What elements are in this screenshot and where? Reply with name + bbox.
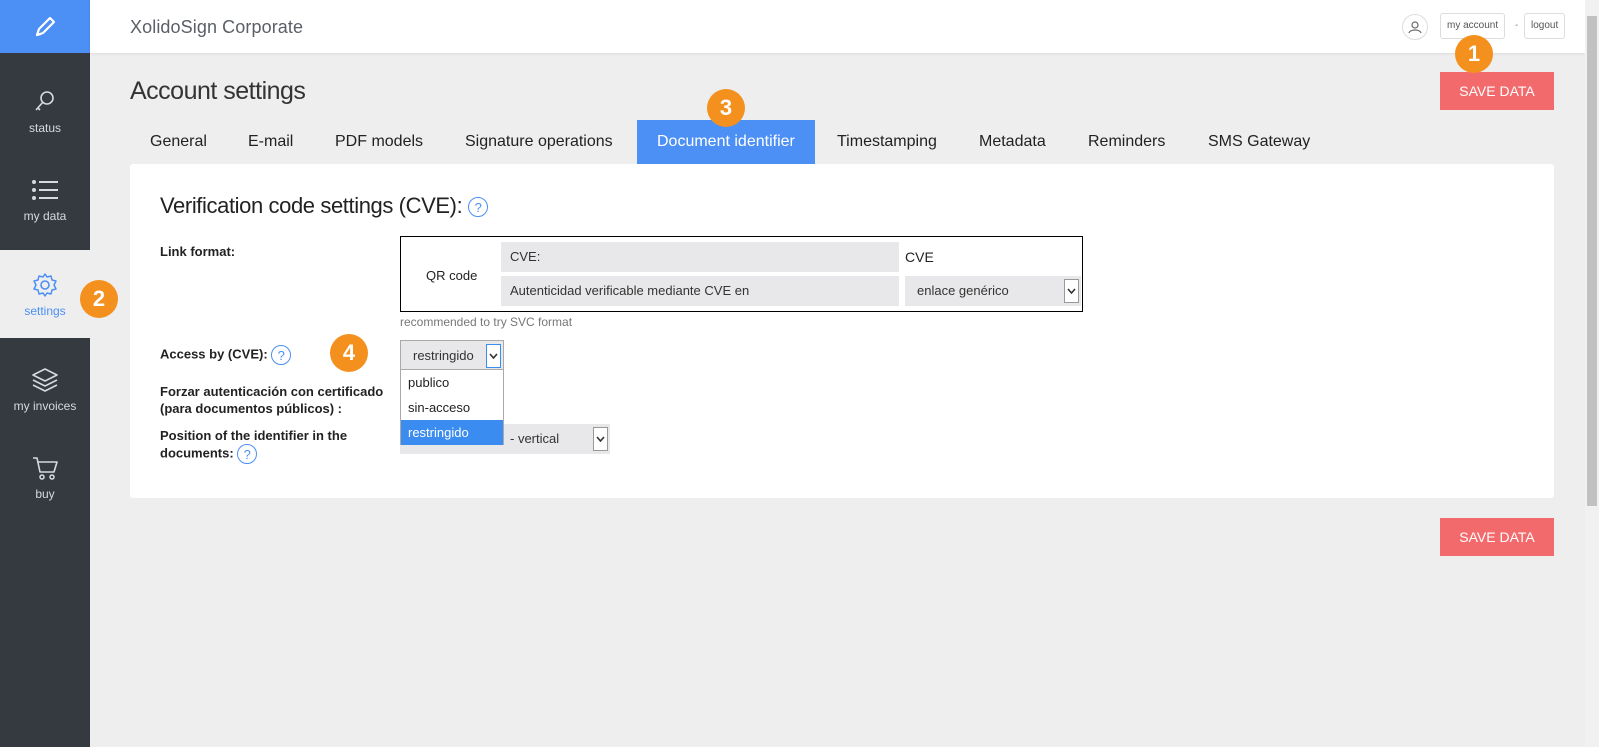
link-format-label: Link format:	[160, 244, 236, 259]
step-badge-2: 2	[80, 280, 118, 318]
tab-signature-operations[interactable]: Signature operations	[445, 120, 633, 164]
help-icon[interactable]: ?	[271, 345, 292, 365]
tab-email[interactable]: E-mail	[228, 120, 313, 164]
help-icon[interactable]: ?	[237, 444, 258, 464]
link-type-selected: enlace genérico	[917, 283, 1009, 298]
tab-timestamping[interactable]: Timestamping	[817, 120, 957, 164]
sidebar-item-label: my data	[23, 209, 67, 223]
access-cve-selected: restringido	[413, 348, 474, 363]
force-auth-label-line2: (para documentos públicos) :	[160, 401, 343, 416]
access-cve-select[interactable]: restringido	[400, 340, 504, 370]
chevron-down-icon	[593, 427, 608, 451]
tab-pdf-models[interactable]: PDF models	[315, 120, 443, 164]
position-label-line2: documents:	[160, 445, 234, 461]
tab-reminders[interactable]: Reminders	[1068, 120, 1185, 164]
force-auth-label: Forzar autenticación con certificado (pa…	[160, 383, 383, 417]
list-icon	[30, 175, 60, 205]
position-label: Position of the identifier in the docume…	[160, 427, 347, 464]
tab-metadata[interactable]: Metadata	[959, 120, 1066, 164]
tab-general[interactable]: General	[130, 120, 227, 164]
cve-prefix-input[interactable]: CVE:	[501, 242, 899, 272]
force-auth-label-line1: Forzar autenticación con certificado	[160, 384, 384, 399]
access-cve-label-text: Access by (CVE):	[160, 346, 268, 362]
sidebar-item-status[interactable]: status	[0, 67, 90, 155]
section-title: Verification code settings (CVE): ?	[160, 193, 488, 219]
app-title: XolidoSign Corporate	[130, 17, 304, 37]
step-badge-4: 4	[330, 334, 368, 372]
qr-code-label: QR code	[426, 268, 478, 283]
scrollbar[interactable]	[1585, 0, 1599, 747]
dropdown-option-sin-acceso[interactable]: sin-acceso	[401, 395, 503, 420]
access-cve-dropdown[interactable]: publico sin-acceso restringido	[400, 369, 504, 445]
position-label-line1: Position of the identifier in the	[160, 428, 348, 443]
dropdown-option-restringido[interactable]: restringido	[401, 420, 503, 445]
auth-text-input[interactable]: Autenticidad verificable mediante CVE en	[501, 276, 899, 306]
sidebar-item-label: my invoices	[13, 399, 77, 413]
sidebar-item-my-invoices[interactable]: my invoices	[0, 345, 90, 433]
access-cve-label: Access by (CVE): ?	[160, 345, 292, 365]
sidebar-item-settings[interactable]: settings	[0, 250, 90, 338]
sidebar-item-label: buy	[35, 487, 55, 501]
page-title: Account settings	[130, 77, 306, 105]
link-type-select[interactable]: enlace genérico	[905, 276, 1081, 306]
chevron-down-icon	[486, 344, 501, 368]
sidebar: status my data settings my invoices buy	[0, 0, 90, 747]
chevron-down-icon	[1064, 279, 1079, 303]
sidebar-item-my-data[interactable]: my data	[0, 155, 90, 243]
header-separator: -	[1515, 20, 1519, 31]
top-header: XolidoSign Corporate my account - logout	[90, 0, 1585, 53]
help-icon[interactable]: ?	[468, 197, 488, 218]
dropdown-option-publico[interactable]: publico	[401, 370, 503, 395]
key-icon	[30, 87, 60, 117]
step-badge-1: 1	[1455, 35, 1493, 73]
user-icon[interactable]	[1402, 14, 1428, 40]
scrollbar-thumb[interactable]	[1587, 16, 1597, 506]
sidebar-item-label: settings	[24, 304, 66, 318]
section-title-text: Verification code settings (CVE):	[160, 193, 463, 218]
cve-text: CVE	[905, 249, 934, 265]
logo-pen-icon[interactable]	[0, 0, 90, 53]
link-format-hint: recommended to try SVC format	[400, 315, 573, 329]
position-selected: - vertical	[510, 431, 560, 446]
logout-link[interactable]: logout	[1524, 13, 1566, 39]
gear-icon	[30, 270, 60, 300]
sidebar-item-label: status	[28, 121, 61, 135]
cart-icon	[30, 453, 60, 483]
layers-icon	[30, 365, 60, 395]
save-button-top[interactable]: SAVE DATA	[1440, 72, 1554, 110]
save-button-bottom[interactable]: SAVE DATA	[1440, 518, 1554, 556]
sidebar-item-buy[interactable]: buy	[0, 433, 90, 521]
tab-sms-gateway[interactable]: SMS Gateway	[1188, 120, 1330, 164]
step-badge-3: 3	[707, 89, 745, 127]
